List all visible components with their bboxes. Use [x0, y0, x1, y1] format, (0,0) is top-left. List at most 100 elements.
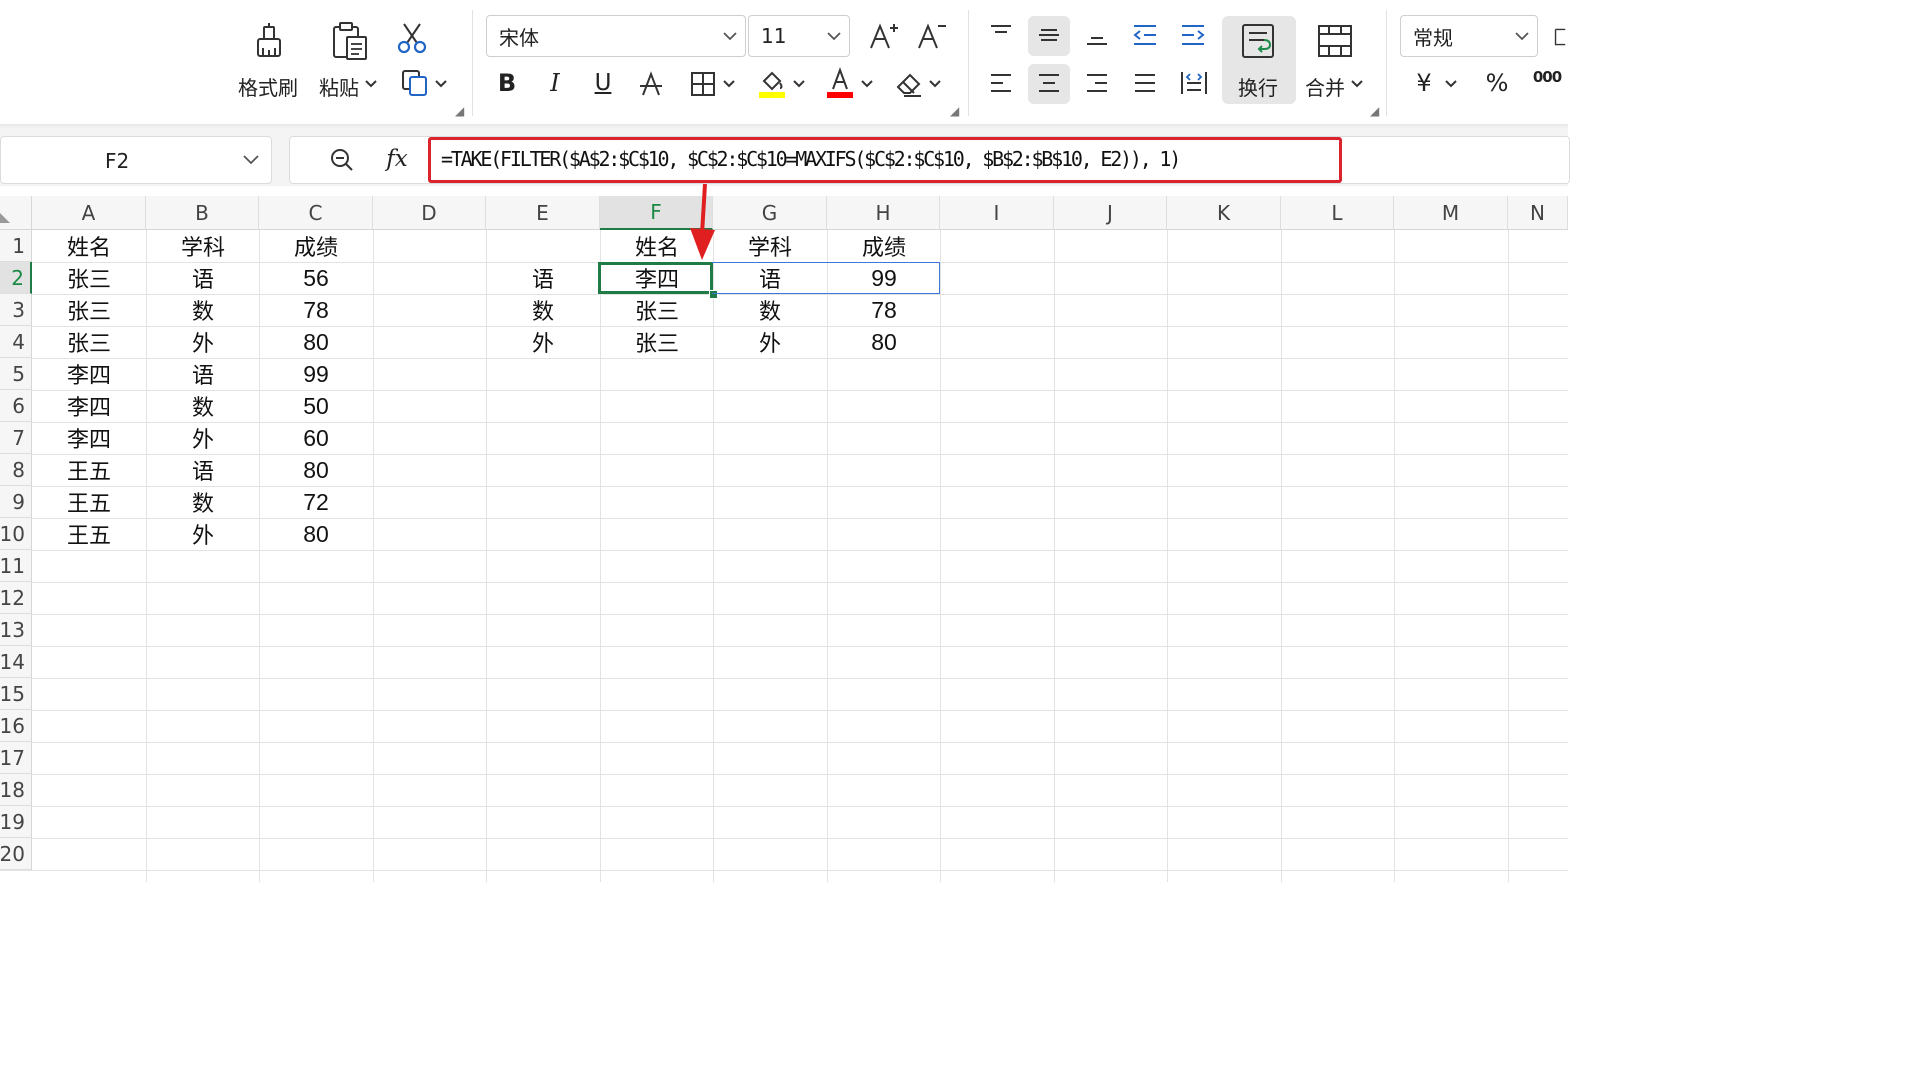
fill-color-dropdown-chevron-icon[interactable] — [792, 76, 806, 92]
number-format-select[interactable]: 常规 — [1400, 15, 1538, 57]
align-right-button[interactable] — [1080, 66, 1114, 100]
row-header-6[interactable]: 6 — [0, 390, 32, 422]
decrease-indent-button[interactable] — [1128, 18, 1162, 52]
cell-c10[interactable]: 80 — [259, 518, 373, 550]
cell-f3[interactable]: 张三 — [600, 294, 714, 326]
cell-a8[interactable]: 王五 — [32, 454, 146, 486]
row-header-12[interactable]: 12 — [0, 582, 32, 614]
row-header-5[interactable]: 5 — [0, 358, 32, 390]
text-format-button[interactable] — [1550, 20, 1568, 54]
cell-c8[interactable]: 80 — [259, 454, 373, 486]
fill-color-button[interactable] — [754, 66, 790, 100]
zoom-search-icon[interactable] — [328, 146, 356, 174]
borders-button[interactable] — [688, 68, 718, 100]
font-color-dropdown-chevron-icon[interactable] — [860, 76, 874, 92]
cell-h4[interactable]: 80 — [827, 326, 941, 358]
row-header-19[interactable]: 19 — [0, 806, 32, 838]
column-header-d[interactable]: D — [373, 196, 486, 230]
align-center-button[interactable] — [1032, 66, 1066, 100]
column-header-i[interactable]: I — [940, 196, 1054, 230]
font-color-button[interactable] — [822, 66, 858, 100]
copy-button[interactable] — [398, 66, 432, 100]
cell-a4[interactable]: 张三 — [32, 326, 146, 358]
row-header-7[interactable]: 7 — [0, 422, 32, 454]
column-header-l[interactable]: L — [1281, 196, 1394, 230]
percent-button[interactable]: % — [1482, 66, 1512, 100]
row-header-4[interactable]: 4 — [0, 326, 32, 358]
alignment-group-launcher-icon[interactable]: ◢ — [1370, 104, 1379, 118]
cell-a1[interactable]: 姓名 — [32, 230, 146, 262]
row-header-2[interactable]: 2 — [0, 262, 32, 294]
select-all-corner[interactable] — [0, 196, 32, 230]
cell-c2[interactable]: 56 — [259, 262, 373, 294]
column-header-j[interactable]: J — [1054, 196, 1167, 230]
align-top-button[interactable] — [984, 18, 1018, 52]
column-header-a[interactable]: A — [32, 196, 146, 230]
copy-dropdown-chevron-icon[interactable] — [434, 76, 448, 92]
cell-a7[interactable]: 李四 — [32, 422, 146, 454]
row-header-13[interactable]: 13 — [0, 614, 32, 646]
decrease-font-size-button[interactable] — [914, 18, 950, 54]
clear-format-dropdown-chevron-icon[interactable] — [928, 76, 942, 92]
justify-button[interactable] — [1128, 66, 1162, 100]
cell-e3[interactable]: 数 — [486, 294, 600, 326]
column-header-h[interactable]: H — [827, 196, 940, 230]
cell-b7[interactable]: 外 — [146, 422, 260, 454]
insert-function-fx-icon[interactable]: fx — [380, 143, 414, 175]
borders-dropdown-chevron-icon[interactable] — [722, 76, 736, 92]
cell-b8[interactable]: 语 — [146, 454, 260, 486]
clear-format-button[interactable] — [892, 66, 926, 100]
cell-c7[interactable]: 60 — [259, 422, 373, 454]
cell-h3[interactable]: 78 — [827, 294, 941, 326]
column-header-g[interactable]: G — [713, 196, 827, 230]
row-header-17[interactable]: 17 — [0, 742, 32, 774]
cell-b5[interactable]: 语 — [146, 358, 260, 390]
row-header-18[interactable]: 18 — [0, 774, 32, 806]
wrap-text-button[interactable] — [1238, 20, 1280, 62]
cell-b6[interactable]: 数 — [146, 390, 260, 422]
distributed-align-button[interactable] — [1176, 66, 1212, 100]
paste-dropdown-chevron-icon[interactable] — [364, 76, 378, 92]
name-box[interactable]: F2 — [0, 136, 272, 184]
cell-b10[interactable]: 外 — [146, 518, 260, 550]
column-header-k[interactable]: K — [1167, 196, 1281, 230]
cut-button[interactable] — [392, 18, 432, 58]
font-size-select[interactable]: 11 — [748, 15, 850, 57]
cell-e2[interactable]: 语 — [486, 262, 600, 294]
column-header-n[interactable]: N — [1508, 196, 1568, 230]
row-header-9[interactable]: 9 — [0, 486, 32, 518]
row-header-16[interactable]: 16 — [0, 710, 32, 742]
format-painter-button[interactable] — [246, 18, 292, 64]
cell-c4[interactable]: 80 — [259, 326, 373, 358]
align-bottom-button[interactable] — [1080, 18, 1114, 52]
cell-b1[interactable]: 学科 — [146, 230, 260, 262]
cell-e4[interactable]: 外 — [486, 326, 600, 358]
column-header-e[interactable]: E — [486, 196, 600, 230]
column-header-m[interactable]: M — [1394, 196, 1508, 230]
bold-button[interactable]: B — [492, 66, 522, 100]
row-header-14[interactable]: 14 — [0, 646, 32, 678]
row-header-1[interactable]: 1 — [0, 230, 32, 262]
thousands-separator-button[interactable]: 000 — [1530, 64, 1564, 90]
align-middle-button[interactable] — [1032, 18, 1066, 52]
merge-dropdown-chevron-icon[interactable] — [1350, 76, 1364, 92]
cell-b9[interactable]: 数 — [146, 486, 260, 518]
align-left-button[interactable] — [984, 66, 1018, 100]
cell-c3[interactable]: 78 — [259, 294, 373, 326]
row-header-10[interactable]: 10 — [0, 518, 32, 550]
row-header-15[interactable]: 15 — [0, 678, 32, 710]
cell-a2[interactable]: 张三 — [32, 262, 146, 294]
increase-indent-button[interactable] — [1176, 18, 1210, 52]
cell-a5[interactable]: 李四 — [32, 358, 146, 390]
cell-a6[interactable]: 李四 — [32, 390, 146, 422]
row-header-11[interactable]: 11 — [0, 550, 32, 582]
font-name-select[interactable]: 宋体 — [486, 15, 746, 57]
row-header-3[interactable]: 3 — [0, 294, 32, 326]
paste-button[interactable] — [326, 18, 374, 64]
increase-font-size-button[interactable] — [866, 18, 902, 54]
column-header-c[interactable]: C — [259, 196, 373, 230]
cell-b3[interactable]: 数 — [146, 294, 260, 326]
column-header-b[interactable]: B — [146, 196, 259, 230]
row-header-8[interactable]: 8 — [0, 454, 32, 486]
cell-g4[interactable]: 外 — [713, 326, 827, 358]
